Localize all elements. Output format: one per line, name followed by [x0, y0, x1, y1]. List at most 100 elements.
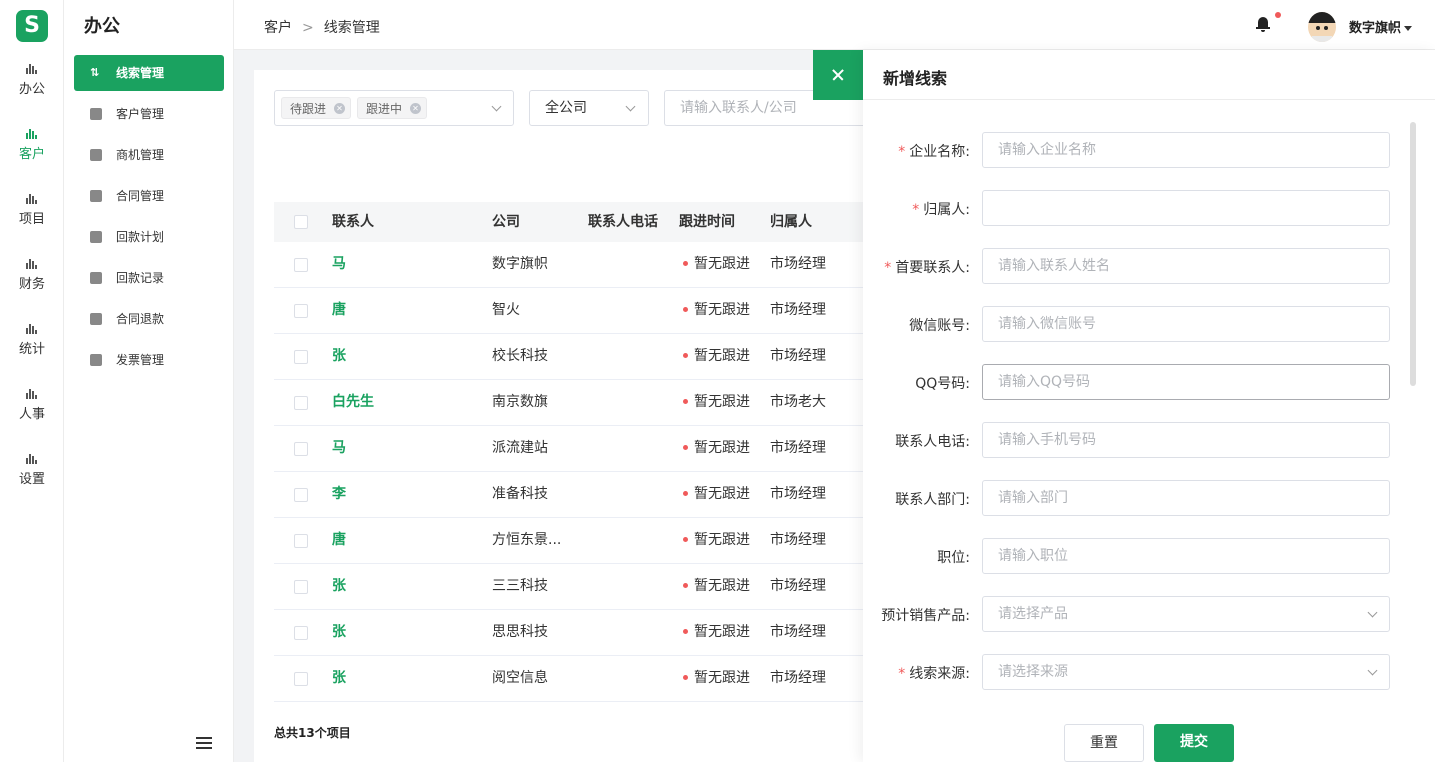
form-input[interactable]	[982, 132, 1390, 168]
row-checkbox[interactable]	[294, 488, 308, 502]
column-header[interactable]: 归属人	[770, 202, 812, 242]
status-filter-select[interactable]: 待跟进 ✕ 跟进中 ✕	[274, 90, 514, 126]
collapse-menu-icon[interactable]	[196, 737, 212, 749]
row-checkbox[interactable]	[294, 580, 308, 594]
contact-link[interactable]: 马	[332, 426, 346, 471]
bar-chart-icon	[26, 324, 38, 334]
contact-link[interactable]: 张	[332, 564, 346, 609]
row-checkbox[interactable]	[294, 626, 308, 640]
follow-status-cell: 暂无跟进	[679, 518, 750, 563]
follow-status-cell: 暂无跟进	[679, 656, 750, 701]
tag-close-icon[interactable]: ✕	[334, 103, 346, 114]
table-row[interactable]: 张 三三科技 暂无跟进 市场经理	[274, 564, 954, 610]
form-label: 联系人电话:	[895, 434, 970, 450]
submenu-item[interactable]: ⇅ 线索管理	[74, 55, 224, 91]
rail-item[interactable]: 统计	[0, 320, 64, 376]
drawer-scrollbar[interactable]	[1410, 122, 1416, 386]
contact-link[interactable]: 唐	[332, 288, 346, 333]
form-input[interactable]	[982, 306, 1390, 342]
contact-link[interactable]: 张	[332, 610, 346, 655]
company-scope-select[interactable]: 全公司	[529, 90, 649, 126]
rail-item-label: 设置	[18, 472, 45, 487]
owner-cell: 市场经理	[770, 440, 826, 456]
avatar[interactable]	[1308, 12, 1336, 42]
submit-button[interactable]: 提交	[1154, 724, 1234, 762]
contact-link[interactable]: 白先生	[332, 380, 374, 425]
table-row[interactable]: 白先生 南京数旗 暂无跟进 市场老大	[274, 380, 954, 426]
form-input[interactable]	[982, 364, 1390, 400]
form-select[interactable]: 请选择来源	[982, 654, 1390, 690]
form-row: * 归属人:	[863, 190, 1403, 226]
rail-item[interactable]: 设置	[0, 450, 64, 506]
form-label: 职位:	[937, 550, 970, 566]
select-all-checkbox[interactable]	[294, 215, 308, 229]
owner-cell: 市场经理	[770, 256, 826, 272]
submenu-item[interactable]: 合同退款	[74, 301, 224, 337]
form-label: * 首要联系人:	[884, 260, 970, 276]
contact-link[interactable]: 马	[332, 242, 346, 287]
form-input[interactable]	[982, 190, 1390, 226]
user-menu[interactable]: 数字旗帜	[1349, 17, 1413, 36]
row-checkbox[interactable]	[294, 258, 308, 272]
table-row[interactable]: 张 校长科技 暂无跟进 市场经理	[274, 334, 954, 380]
table-row[interactable]: 唐 智火 暂无跟进 市场经理	[274, 288, 954, 334]
close-drawer-button[interactable]	[813, 50, 863, 100]
follow-status-cell: 暂无跟进	[679, 426, 750, 471]
form-row: * 企业名称:	[863, 132, 1403, 168]
form-input[interactable]	[982, 480, 1390, 516]
rail-item[interactable]: 办公	[0, 60, 64, 116]
submenu-item[interactable]: 客户管理	[74, 96, 224, 132]
table-row[interactable]: 马 派流建站 暂无跟进 市场经理	[274, 426, 954, 472]
table-row[interactable]: 张 思思科技 暂无跟进 市场经理	[274, 610, 954, 656]
form-input[interactable]	[982, 248, 1390, 284]
table-row[interactable]: 李 准备科技 暂无跟进 市场经理	[274, 472, 954, 518]
submenu-item-label: 客户管理	[116, 107, 165, 121]
submenu-item[interactable]: 商机管理	[74, 137, 224, 173]
top-header: 客户 > 线索管理 数字旗帜	[234, 0, 1435, 50]
form-row: * 线索来源: 请选择来源	[863, 654, 1403, 690]
bar-chart-icon	[26, 454, 38, 464]
form-input[interactable]	[982, 422, 1390, 458]
form-input[interactable]	[982, 538, 1390, 574]
owner-cell: 市场经理	[770, 486, 826, 502]
rail-item[interactable]: 项目	[0, 190, 64, 246]
row-checkbox[interactable]	[294, 534, 308, 548]
status-dot	[683, 398, 688, 404]
company-cell: 三三科技	[492, 578, 548, 594]
row-checkbox[interactable]	[294, 350, 308, 364]
submenu-item[interactable]: 合同管理	[74, 178, 224, 214]
reset-button[interactable]: 重置	[1064, 724, 1144, 762]
form-select[interactable]: 请选择产品	[982, 596, 1390, 632]
app-logo[interactable]: S	[16, 10, 48, 42]
table-row[interactable]: 张 阅空信息 暂无跟进 市场经理	[274, 656, 954, 702]
follow-status-cell: 暂无跟进	[679, 472, 750, 517]
rail-item-label: 统计	[18, 342, 45, 357]
row-checkbox[interactable]	[294, 304, 308, 318]
submenu-item[interactable]: 回款计划	[74, 219, 224, 255]
tag-close-icon[interactable]: ✕	[410, 103, 422, 114]
rail-item[interactable]: 客户	[0, 125, 64, 181]
breadcrumb-item[interactable]: 客户	[264, 20, 292, 36]
status-dot	[683, 490, 688, 496]
bell-icon[interactable]	[1256, 12, 1281, 32]
column-header[interactable]: 联系人	[332, 202, 374, 242]
record-icon	[90, 272, 102, 284]
column-header[interactable]: 公司	[492, 202, 520, 242]
owner-cell: 市场经理	[770, 624, 826, 640]
column-header[interactable]: 联系人电话	[588, 202, 658, 242]
contact-link[interactable]: 李	[332, 472, 346, 517]
contact-link[interactable]: 唐	[332, 518, 346, 563]
contact-link[interactable]: 张	[332, 334, 346, 379]
row-checkbox[interactable]	[294, 442, 308, 456]
submenu-item[interactable]: 回款记录	[74, 260, 224, 296]
rail-item[interactable]: 人事	[0, 385, 64, 441]
submenu-item[interactable]: 发票管理	[74, 342, 224, 378]
column-header[interactable]: 跟进时间	[679, 202, 735, 242]
row-checkbox[interactable]	[294, 672, 308, 686]
table-row[interactable]: 马 数字旗帜 暂无跟进 市场经理	[274, 242, 954, 288]
rail-item[interactable]: 财务	[0, 255, 64, 311]
contact-link[interactable]: 张	[332, 656, 346, 701]
table-row[interactable]: 唐 方恒东景... 暂无跟进 市场经理	[274, 518, 954, 564]
submenu-item-label: 发票管理	[116, 353, 165, 367]
row-checkbox[interactable]	[294, 396, 308, 410]
